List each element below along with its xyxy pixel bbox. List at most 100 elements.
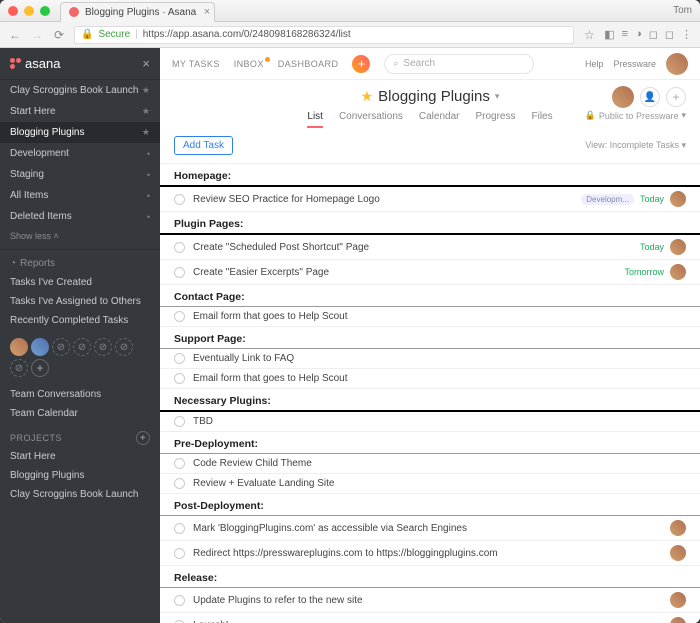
project-privacy[interactable]: 🔒 Public to Pressware ▾ bbox=[585, 110, 686, 121]
project-tab[interactable]: Progress bbox=[475, 111, 515, 128]
complete-checkbox[interactable] bbox=[174, 478, 185, 489]
sidebar-favorite[interactable]: Start Here★ bbox=[0, 101, 160, 122]
help-link[interactable]: Help bbox=[585, 59, 604, 69]
task-due[interactable]: Today bbox=[640, 242, 664, 252]
task-row[interactable]: Review SEO Practice for Homepage LogoDev… bbox=[160, 187, 700, 212]
sidebar-favorite[interactable]: Staging• bbox=[0, 164, 160, 185]
star-icon[interactable]: ★ bbox=[361, 88, 374, 105]
complete-checkbox[interactable] bbox=[174, 242, 185, 253]
avatar-placeholder[interactable]: ⊘ bbox=[94, 338, 112, 356]
task-tag[interactable]: Developm... bbox=[581, 194, 634, 205]
complete-checkbox[interactable] bbox=[174, 620, 185, 623]
task-row[interactable]: Eventually Link to FAQ bbox=[160, 349, 700, 369]
assignee-avatar[interactable] bbox=[670, 520, 686, 536]
task-row[interactable]: Update Plugins to refer to the new site bbox=[160, 588, 700, 613]
complete-checkbox[interactable] bbox=[174, 458, 185, 469]
project-tab[interactable]: Calendar bbox=[419, 111, 460, 128]
sidebar-team-link[interactable]: Team Conversations bbox=[0, 385, 160, 404]
add-project-button[interactable]: + bbox=[136, 431, 150, 445]
ext-icon[interactable]: ◻ bbox=[649, 28, 658, 41]
sidebar-project[interactable]: Start Here bbox=[0, 447, 160, 466]
quick-add-button[interactable]: + bbox=[352, 55, 370, 73]
complete-checkbox[interactable] bbox=[174, 523, 185, 534]
menu-icon[interactable]: ⋮ bbox=[681, 28, 692, 41]
sidebar-report[interactable]: Tasks I've Assigned to Others bbox=[0, 292, 160, 311]
search-input[interactable]: ⌕ Search bbox=[384, 54, 534, 74]
add-member-button[interactable]: + bbox=[31, 359, 49, 377]
add-member-circle[interactable]: 👤 bbox=[640, 87, 660, 107]
task-row[interactable]: Mark 'BloggingPlugins.com' as accessible… bbox=[160, 516, 700, 541]
ext-icon[interactable]: ◑ bbox=[635, 28, 642, 41]
project-tab[interactable]: Files bbox=[531, 111, 552, 128]
section-header[interactable]: Support Page: bbox=[160, 327, 700, 349]
project-tab[interactable]: List bbox=[307, 111, 323, 128]
assignee-avatar[interactable] bbox=[670, 592, 686, 608]
complete-checkbox[interactable] bbox=[174, 416, 185, 427]
add-task-button[interactable]: Add Task bbox=[174, 136, 233, 155]
task-row[interactable]: Launch! bbox=[160, 613, 700, 623]
task-row[interactable]: Review + Evaluate Landing Site bbox=[160, 474, 700, 494]
avatar[interactable] bbox=[10, 338, 28, 356]
show-less-link[interactable]: Show less ˄ bbox=[0, 227, 160, 245]
complete-checkbox[interactable] bbox=[174, 373, 185, 384]
window-close[interactable] bbox=[8, 6, 18, 16]
sidebar-favorite[interactable]: Development• bbox=[0, 143, 160, 164]
avatar-placeholder[interactable]: ⊘ bbox=[73, 338, 91, 356]
task-row[interactable]: Redirect https://presswareplugins.com to… bbox=[160, 541, 700, 566]
window-zoom[interactable] bbox=[40, 6, 50, 16]
ext-icon[interactable]: ≡ bbox=[622, 28, 628, 41]
avatar[interactable] bbox=[31, 338, 49, 356]
task-row[interactable]: Email form that goes to Help Scout bbox=[160, 369, 700, 389]
asana-logo[interactable]: asana bbox=[10, 56, 60, 71]
assignee-avatar[interactable] bbox=[670, 239, 686, 255]
section-header[interactable]: Release: bbox=[160, 566, 700, 588]
complete-checkbox[interactable] bbox=[174, 194, 185, 205]
project-actions[interactable]: + bbox=[666, 87, 686, 107]
back-icon[interactable]: ← bbox=[8, 28, 22, 42]
section-header[interactable]: Homepage: bbox=[160, 164, 700, 187]
sidebar-favorite[interactable]: All Items• bbox=[0, 185, 160, 206]
ext-icon[interactable]: ◧ bbox=[604, 28, 614, 41]
sidebar-project[interactable]: Blogging Plugins bbox=[0, 466, 160, 485]
bookmark-icon[interactable]: ☆ bbox=[582, 28, 596, 42]
sidebar-team-link[interactable]: Team Calendar bbox=[0, 404, 160, 423]
complete-checkbox[interactable] bbox=[174, 353, 185, 364]
avatar-placeholder[interactable]: ⊘ bbox=[10, 359, 28, 377]
section-header[interactable]: Necessary Plugins: bbox=[160, 389, 700, 412]
sidebar-report[interactable]: Recently Completed Tasks bbox=[0, 311, 160, 330]
user-avatar[interactable] bbox=[666, 53, 688, 75]
window-minimize[interactable] bbox=[24, 6, 34, 16]
assignee-avatar[interactable] bbox=[670, 191, 686, 207]
complete-checkbox[interactable] bbox=[174, 548, 185, 559]
nav-inbox[interactable]: INBOX bbox=[234, 59, 264, 69]
task-row[interactable]: Code Review Child Theme bbox=[160, 454, 700, 474]
task-row[interactable]: Create "Easier Excerpts" PageTomorrow bbox=[160, 260, 700, 285]
address-bar[interactable]: 🔒 Secure | https://app.asana.com/0/24809… bbox=[74, 26, 574, 44]
avatar-placeholder[interactable]: ⊘ bbox=[115, 338, 133, 356]
complete-checkbox[interactable] bbox=[174, 595, 185, 606]
assignee-avatar[interactable] bbox=[670, 617, 686, 623]
org-switcher[interactable]: Pressware bbox=[613, 59, 656, 69]
complete-checkbox[interactable] bbox=[174, 267, 185, 278]
task-due[interactable]: Tomorrow bbox=[624, 267, 664, 277]
sidebar-report[interactable]: Tasks I've Created bbox=[0, 273, 160, 292]
browser-tab[interactable]: Blogging Plugins · Asana × bbox=[60, 2, 215, 22]
project-tab[interactable]: Conversations bbox=[339, 111, 403, 128]
section-header[interactable]: Post-Deployment: bbox=[160, 494, 700, 516]
assignee-avatar[interactable] bbox=[670, 545, 686, 561]
nav-my-tasks[interactable]: MY TASKS bbox=[172, 59, 220, 69]
section-header[interactable]: Contact Page: bbox=[160, 285, 700, 307]
sidebar-favorite[interactable]: Clay Scroggins Book Launch★ bbox=[0, 80, 160, 101]
nav-dashboard[interactable]: DASHBOARD bbox=[278, 59, 339, 69]
task-row[interactable]: Create "Scheduled Post Shortcut" PageTod… bbox=[160, 235, 700, 260]
sidebar-favorite[interactable]: Deleted Items• bbox=[0, 206, 160, 227]
complete-checkbox[interactable] bbox=[174, 311, 185, 322]
section-header[interactable]: Plugin Pages: bbox=[160, 212, 700, 235]
forward-icon[interactable]: → bbox=[30, 28, 44, 42]
task-row[interactable]: TBD bbox=[160, 412, 700, 432]
task-row[interactable]: Email form that goes to Help Scout bbox=[160, 307, 700, 327]
close-tab-icon[interactable]: × bbox=[204, 6, 210, 18]
chrome-profile[interactable]: Tom bbox=[673, 5, 692, 16]
collapse-sidebar-icon[interactable]: × bbox=[142, 56, 150, 71]
sidebar-favorite[interactable]: Blogging Plugins★ bbox=[0, 122, 160, 143]
